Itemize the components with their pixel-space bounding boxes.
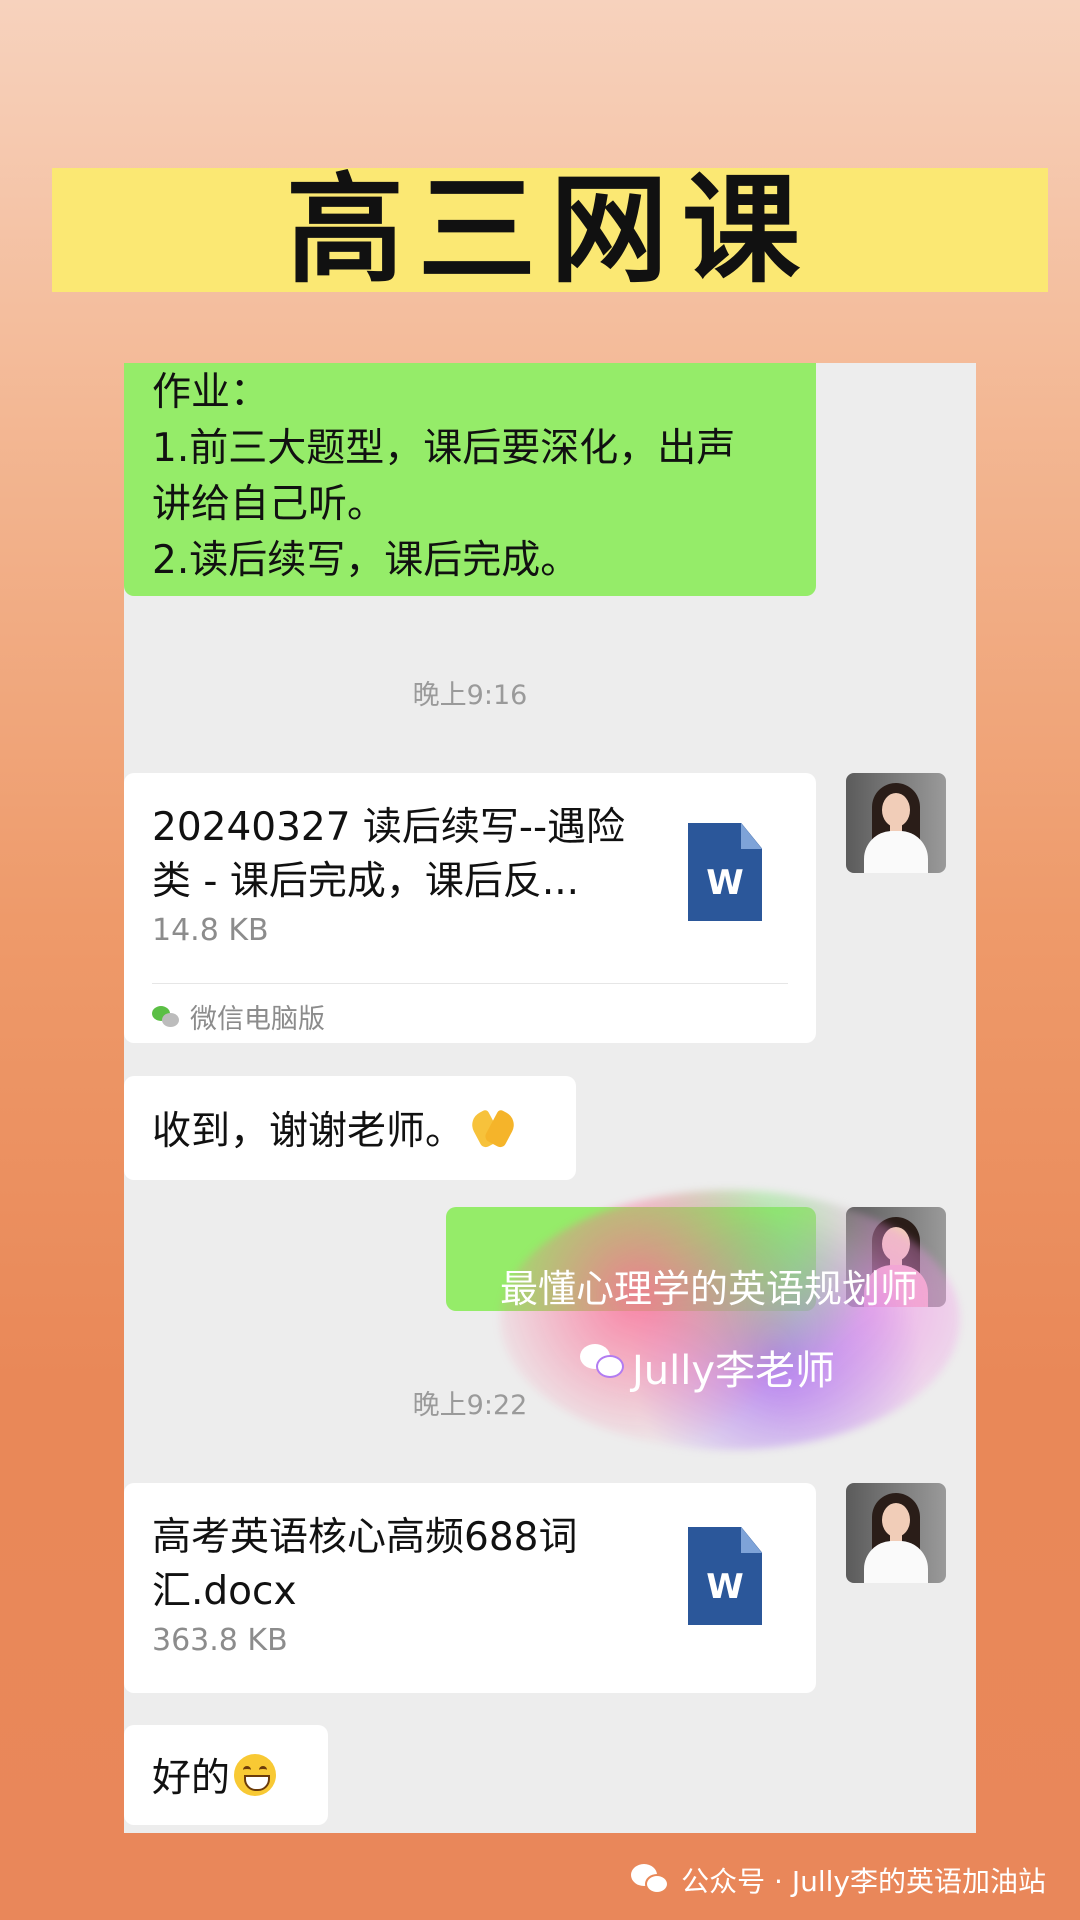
divider (152, 983, 788, 984)
homework-line: 讲给自己听。 (152, 482, 387, 527)
text-message[interactable]: 好的 (124, 1725, 328, 1825)
banner-title: 高三网课 (285, 161, 814, 299)
word-document-icon: W (688, 1527, 762, 1625)
file-source: 微信电脑版 (152, 997, 325, 1036)
file-size: 14.8 KB (152, 913, 269, 948)
file-name: 高考英语核心高频688词 汇.docx (152, 1515, 578, 1614)
file-message[interactable]: 高考英语核心高频688词 汇.docx 363.8 KB W (124, 1483, 816, 1693)
homework-line: 1.前三大题型，课后要深化，出声 (152, 426, 736, 471)
watermark-blob (500, 1190, 960, 1450)
file-message[interactable]: 20240327 读后续写--遇险 类 - 课后完成，课后反... 14.8 K… (124, 773, 816, 1043)
wechat-icon (152, 1005, 180, 1028)
pray-emoji-icon (467, 1108, 519, 1150)
grinning-face-emoji-icon (234, 1754, 277, 1796)
message-text: 收到，谢谢老师。 (152, 1109, 465, 1154)
homework-line: 2.读后续写，课后完成。 (152, 538, 580, 583)
watermark-tagline: 最懂心理学的英语规划师 (500, 1267, 919, 1311)
word-document-icon: W (688, 823, 762, 921)
avatar[interactable] (846, 1483, 946, 1583)
watermark-name: Jully李老师 (632, 1348, 836, 1394)
title-banner: 高三网课 (52, 168, 1048, 292)
text-message[interactable]: 收到，谢谢老师。 (124, 1076, 576, 1180)
wechat-icon (631, 1864, 671, 1896)
file-size: 363.8 KB (152, 1623, 288, 1658)
homework-line: 作业： (152, 370, 270, 415)
timestamp: 晚上9:16 (412, 680, 528, 711)
footer-attribution: 公众号 · Jully李的英语加油站 (631, 1860, 1046, 1900)
footer-text: 公众号 · Jully李的英语加油站 (681, 1865, 1046, 1898)
wechat-icon (580, 1344, 624, 1380)
message-text: 好的 (152, 1756, 231, 1801)
file-source-label: 微信电脑版 (190, 1004, 325, 1035)
file-name: 20240327 读后续写--遇险 类 - 课后完成，课后反... (152, 805, 626, 904)
chat-screenshot: 作业： 1.前三大题型，课后要深化，出声 讲给自己听。 2.读后续写，课后完成。… (124, 363, 976, 1833)
homework-message[interactable]: 作业： 1.前三大题型，课后要深化，出声 讲给自己听。 2.读后续写，课后完成。 (124, 363, 816, 596)
avatar[interactable] (846, 773, 946, 873)
